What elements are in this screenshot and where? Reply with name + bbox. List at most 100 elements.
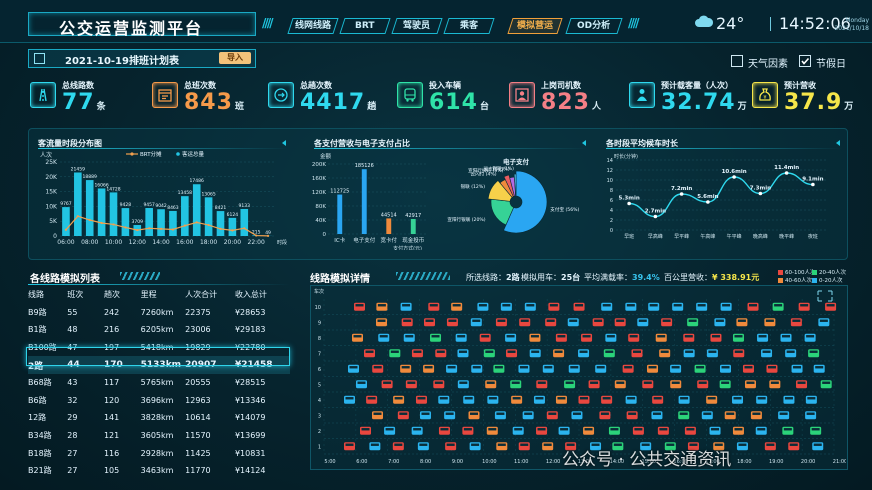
- table-cell: ¥10831: [234, 448, 266, 458]
- table-cell: 20555: [185, 378, 211, 388]
- table-row[interactable]: B21路 27 105 3463km 11770 ¥14124: [28, 462, 290, 480]
- bus-icon: [369, 442, 381, 451]
- table-cell: 32: [67, 395, 78, 405]
- bus-window: [434, 381, 443, 384]
- tab-brt[interactable]: BRT: [339, 18, 391, 34]
- x-tick-label: 7:00: [388, 459, 399, 465]
- bus-icon: [571, 411, 583, 420]
- table-row[interactable]: 12路 29 141 3828km 10614 ¥14079: [28, 409, 290, 427]
- tab-driver[interactable]: 驾驶员: [391, 18, 443, 34]
- y-tick-label: 0: [323, 232, 327, 238]
- bus-window: [779, 412, 788, 415]
- y-tick-label: 4: [318, 398, 321, 404]
- x-tick-label: 12:00: [546, 459, 560, 465]
- divider: [28, 284, 290, 285]
- bus-icon: [603, 349, 615, 358]
- bus-window: [757, 428, 766, 431]
- y-tick-label: 20K: [45, 174, 58, 181]
- bus-window: [469, 412, 478, 415]
- checkbox-box[interactable]: [799, 55, 811, 67]
- legend-item: 20-40人次: [812, 268, 846, 276]
- y-tick-label: 12: [607, 168, 613, 174]
- bus-icon: [599, 411, 611, 420]
- bar: [121, 208, 130, 236]
- tab-simulated-operation[interactable]: 模拟营运: [507, 18, 563, 34]
- bus-icon: [445, 442, 457, 451]
- x-tick-label: 早高峰: [648, 233, 663, 240]
- data-label: 5.3min: [618, 196, 639, 202]
- bus-window: [413, 350, 422, 353]
- tab-od-analysis[interactable]: OD分析: [565, 18, 623, 34]
- bus-window: [472, 319, 481, 322]
- bus-window: [806, 335, 815, 338]
- bus-window: [746, 381, 755, 384]
- bar: [386, 218, 392, 234]
- column-header: 趟次: [103, 290, 120, 300]
- table-cell: 23006: [185, 325, 211, 335]
- table-cell: B6路: [28, 395, 47, 405]
- y-tick-label: 15K: [45, 189, 58, 196]
- bus-window: [602, 397, 611, 400]
- bus-window: [531, 350, 540, 353]
- payment-bar-chart: 金额 0 40K 80K 120K 160K 200K 112725 IC卡 185126 电子支付…: [312, 152, 426, 250]
- x-tick-label: 早平峰: [674, 233, 689, 240]
- table-cell: B21路: [28, 466, 52, 476]
- bus-window: [512, 397, 521, 400]
- bus-window: [502, 304, 511, 307]
- bus-window: [703, 412, 712, 415]
- tab-passenger[interactable]: 乘客: [443, 18, 495, 34]
- bus-window: [407, 381, 416, 384]
- data-label: 9767: [60, 201, 72, 207]
- checkbox-box[interactable]: [731, 55, 743, 67]
- bus-window: [405, 335, 414, 338]
- table-row[interactable]: B18路 27 116 2928km 11425 ¥10831: [28, 444, 290, 462]
- brt-line: [65, 215, 269, 237]
- x-tick-label: 宽卡付: [381, 236, 398, 244]
- bus-icon: [788, 442, 800, 451]
- table-row[interactable]: B1路 48 216 6205km 23006 ¥29183: [28, 321, 290, 339]
- bus-window: [792, 319, 801, 322]
- collapse-arrow-icon[interactable]: [836, 140, 840, 146]
- table-cell: 28: [67, 431, 78, 441]
- table-cell: 3696km: [140, 395, 174, 405]
- bus-icon: [430, 333, 442, 342]
- table-row[interactable]: B34路 28 121 3605km 11570 ¥13699: [28, 427, 290, 445]
- bus-window: [544, 366, 553, 369]
- tab-network-routes[interactable]: 线网线路: [287, 18, 339, 34]
- selected-row-highlight: [26, 347, 290, 366]
- import-button[interactable]: 导入: [219, 52, 251, 64]
- bus-icon: [494, 411, 506, 420]
- table-row[interactable]: B9路 55 242 7260km 22375 ¥28653: [28, 304, 290, 322]
- bus-window: [679, 412, 688, 415]
- bus-icon: [366, 395, 378, 404]
- bus-icon: [578, 395, 590, 404]
- kpi-value: 32.74 万: [661, 90, 747, 115]
- bus-icon: [500, 302, 512, 311]
- bus-window: [385, 428, 394, 431]
- bus-icon: [518, 442, 530, 451]
- bus-icon: [419, 411, 431, 420]
- table-row[interactable]: B6路 32 120 3696km 12963 ¥13346: [28, 392, 290, 410]
- e-payment-pie-chart: 电子支付支付宝 (56%)宣阳行银联 (20%)银联 (12%)云闪付 (4%)…: [447, 157, 580, 234]
- bus-icon: [696, 302, 708, 311]
- column-header: 线路: [28, 290, 44, 300]
- bus-window: [610, 428, 619, 431]
- table-cell: 2928km: [140, 448, 174, 458]
- wait-time-line-chart: 时长(分钟) 0 2 4 6 8 10 12 14 5.3min 早班 2.7min 早高峰 7.2min…: [607, 153, 826, 240]
- bus-icon: [732, 426, 744, 435]
- bus-window: [653, 397, 662, 400]
- collapse-arrow-icon[interactable]: [282, 140, 286, 146]
- table-cell: ¥14079: [234, 413, 266, 423]
- table-row[interactable]: B68路 43 117 5765km 20555 ¥28515: [28, 374, 290, 392]
- x-tick-label: 电子支付: [353, 236, 376, 244]
- kpi-value: 37.9 万: [784, 90, 854, 115]
- data-label: 9428: [120, 202, 132, 208]
- bus-icon: [553, 349, 565, 358]
- table-cell: ¥13699: [234, 431, 266, 441]
- bus-icon: [628, 333, 640, 342]
- brt-point: [88, 218, 91, 222]
- collapse-arrow-icon[interactable]: [582, 140, 586, 146]
- table-cell: ¥28515: [234, 378, 266, 388]
- bus-window: [373, 412, 382, 415]
- bus-icon: [687, 318, 699, 327]
